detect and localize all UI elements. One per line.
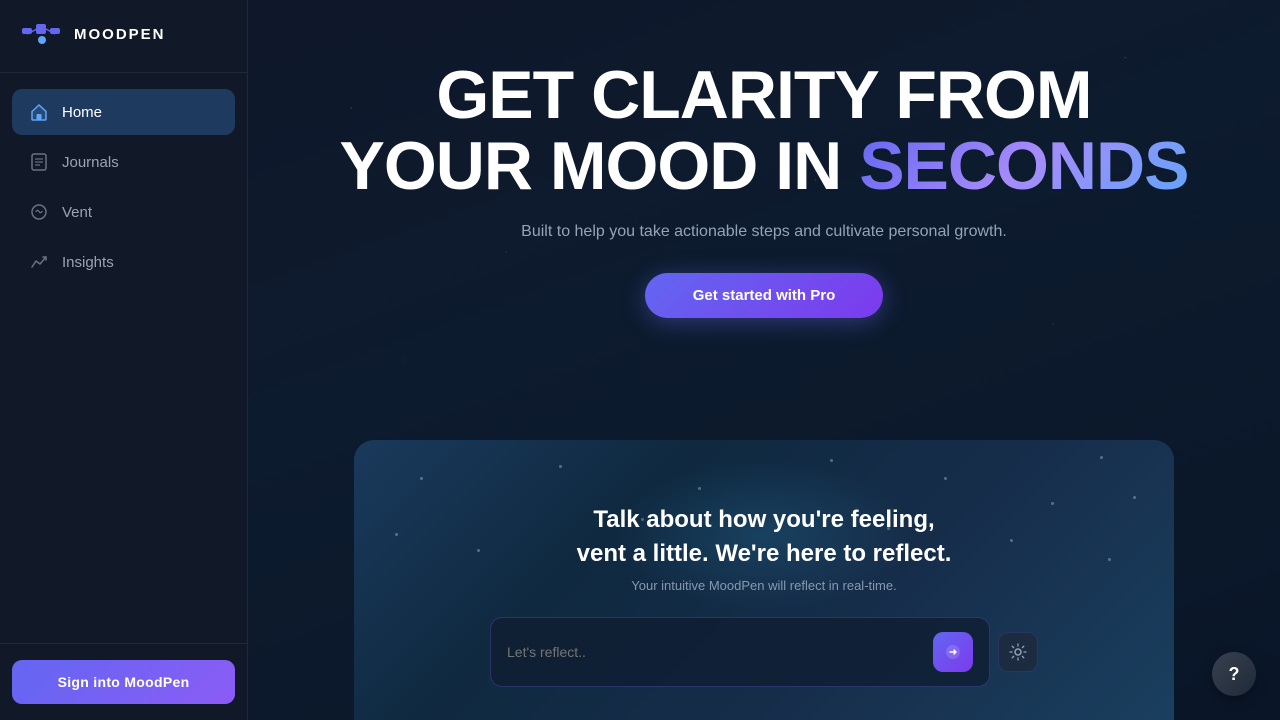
home-icon	[28, 101, 50, 123]
main-content: GET CLARITY FROM YOUR MOOD IN SECONDS Bu…	[248, 0, 1280, 720]
main-nav: Home Journals Vent	[0, 73, 247, 643]
input-area	[490, 617, 1038, 687]
reflect-input-wrapper[interactable]	[490, 617, 990, 687]
sidebar-item-insights[interactable]: Insights	[12, 239, 235, 285]
settings-button[interactable]	[998, 632, 1038, 672]
sidebar-item-vent-label: Vent	[62, 204, 92, 221]
sidebar-item-journals-label: Journals	[62, 154, 119, 171]
reflect-input[interactable]	[507, 644, 933, 660]
sidebar-item-home-label: Home	[62, 104, 102, 121]
hero-title-highlight: SECONDS	[859, 128, 1188, 204]
sidebar-item-journals[interactable]: Journals	[12, 139, 235, 185]
preview-content: Talk about how you're feeling, vent a li…	[450, 503, 1078, 687]
insights-icon	[28, 251, 50, 273]
get-started-button[interactable]: Get started with Pro	[645, 273, 884, 318]
logo-icon	[20, 20, 64, 48]
sidebar: MOODPEN Home Journals	[0, 0, 248, 720]
sidebar-item-insights-label: Insights	[62, 254, 114, 271]
send-icon	[945, 644, 961, 660]
sign-in-button[interactable]: Sign into MoodPen	[12, 660, 235, 704]
app-name: MOODPEN	[74, 26, 166, 43]
help-button[interactable]: ?	[1212, 652, 1256, 696]
hero-title: GET CLARITY FROM YOUR MOOD IN SECONDS	[340, 60, 1189, 203]
sidebar-item-vent[interactable]: Vent	[12, 189, 235, 235]
vent-icon	[28, 201, 50, 223]
settings-icon	[1009, 643, 1027, 661]
send-button[interactable]	[933, 632, 973, 672]
preview-subtitle: Your intuitive MoodPen will reflect in r…	[490, 578, 1038, 593]
preview-title-line1: Talk about how you're feeling,	[490, 503, 1038, 537]
logo-area: MOODPEN	[0, 0, 247, 73]
hero-title-line1: GET CLARITY FROM	[340, 60, 1189, 131]
preview-background: Talk about how you're feeling, vent a li…	[354, 440, 1174, 720]
hero-subtitle: Built to help you take actionable steps …	[521, 223, 1007, 241]
hero-title-plain: YOUR MOOD IN	[340, 128, 842, 204]
sidebar-item-home[interactable]: Home	[12, 89, 235, 135]
sidebar-footer: Sign into MoodPen	[0, 643, 247, 720]
preview-card: Talk about how you're feeling, vent a li…	[354, 440, 1174, 720]
hero-title-line2: YOUR MOOD IN SECONDS	[340, 131, 1189, 202]
preview-title-line2: vent a little. We're here to reflect.	[490, 537, 1038, 571]
journals-icon	[28, 151, 50, 173]
preview-title: Talk about how you're feeling, vent a li…	[490, 503, 1038, 570]
hero-section: GET CLARITY FROM YOUR MOOD IN SECONDS Bu…	[340, 0, 1189, 318]
